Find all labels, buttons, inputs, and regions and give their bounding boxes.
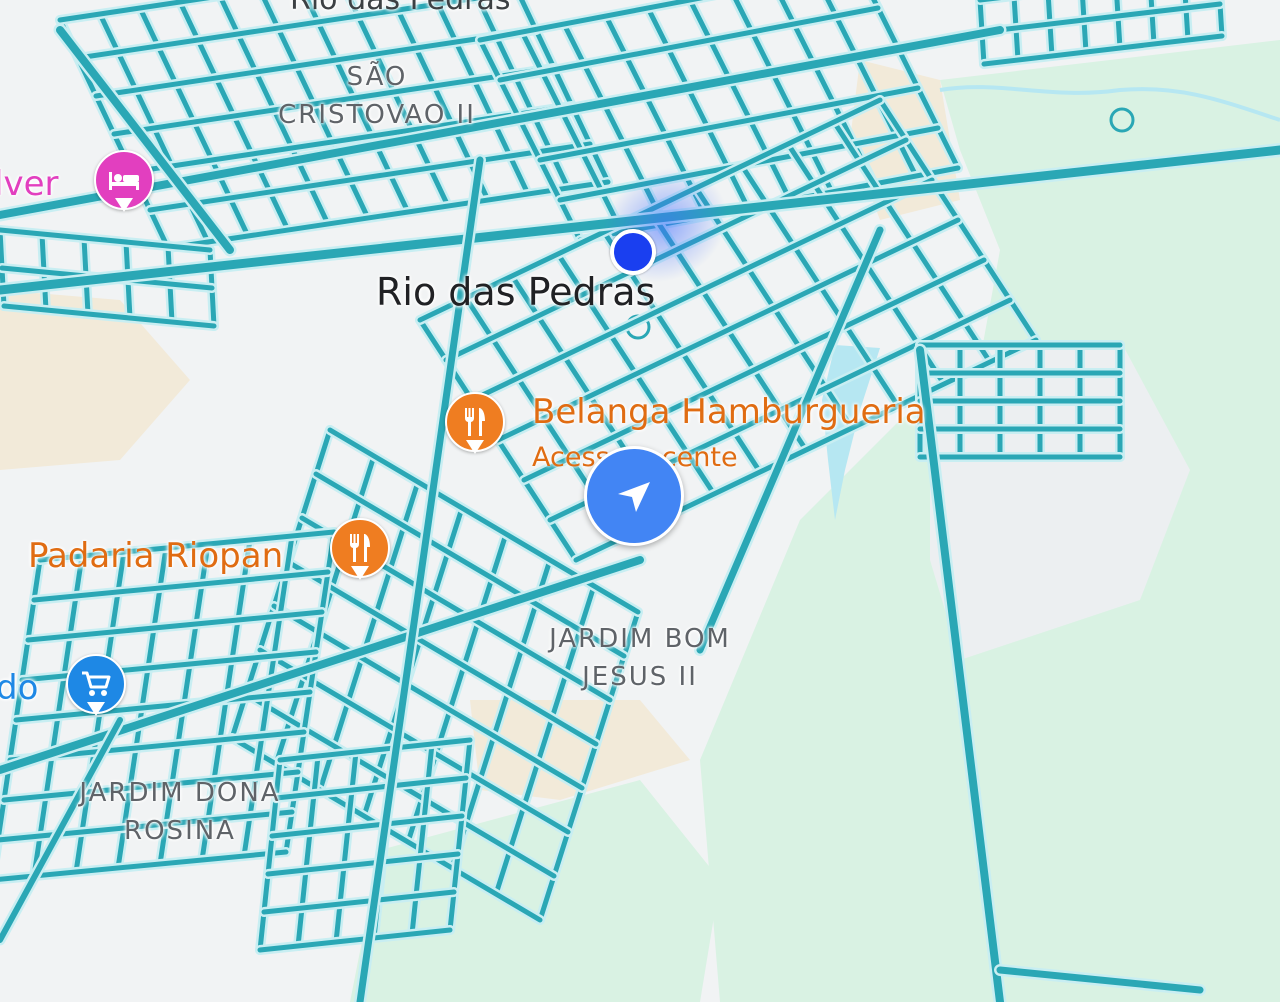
poi-label-hotel[interactable]: lver	[0, 164, 58, 204]
area-label-sao-cristovao: SÃO CRISTOVAO II	[278, 62, 476, 130]
padaria-pin[interactable]	[330, 518, 390, 590]
belanga-pin[interactable]	[445, 392, 505, 464]
city-label-top: Rio das Pedras	[290, 0, 511, 17]
map-view[interactable]: Rio das Pedras SÃO CRISTOVAO II Rio das …	[0, 0, 1280, 1002]
market-pin[interactable]	[66, 654, 126, 726]
city-label[interactable]: Rio das Pedras	[376, 270, 655, 314]
navigation-arrow-button[interactable]	[584, 446, 684, 546]
current-location-dot[interactable]	[610, 229, 656, 275]
area-label-jardim-dona-rosina: JARDIM DONA ROSINA	[79, 778, 281, 846]
area-label-jardim-bom-jesus: JARDIM BOM JESUS II	[549, 624, 731, 692]
poi-label-market[interactable]: do	[0, 668, 38, 708]
poi-label-belanga[interactable]: Belanga Hamburgueria	[532, 392, 926, 432]
poi-label-padaria[interactable]: Padaria Riopan	[28, 536, 283, 576]
hotel-pin[interactable]	[94, 150, 154, 222]
navigation-arrow-icon	[618, 482, 650, 512]
